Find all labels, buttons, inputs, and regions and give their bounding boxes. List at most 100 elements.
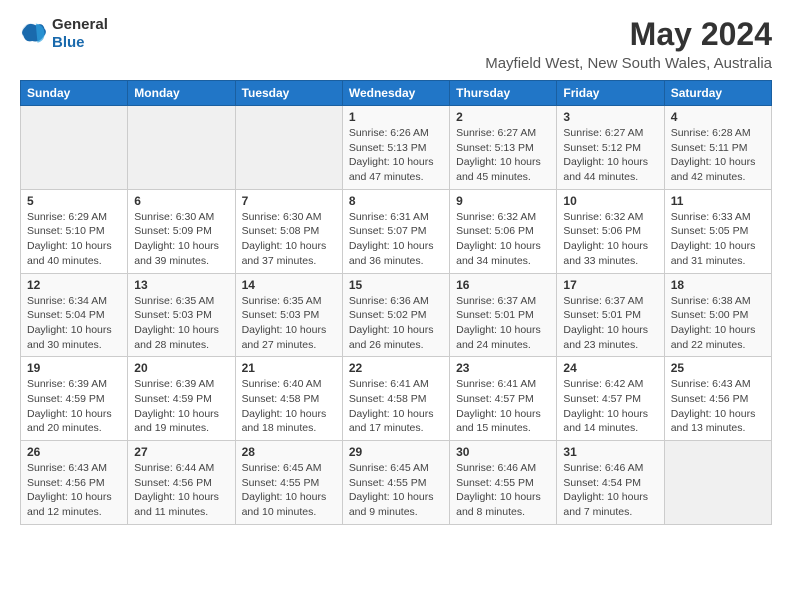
header: General Blue May 2024 Mayfield West, New… <box>20 16 772 72</box>
calendar-week-row: 5Sunrise: 6:29 AM Sunset: 5:10 PM Daylig… <box>21 189 772 273</box>
day-number: 19 <box>27 361 121 375</box>
day-number: 24 <box>563 361 657 375</box>
calendar-cell: 10Sunrise: 6:32 AM Sunset: 5:06 PM Dayli… <box>557 189 664 273</box>
day-of-week-header: Monday <box>128 81 235 106</box>
calendar-cell: 25 Sunrise: 6:43 AM Sunset: 4:56 PM Dayli… <box>664 357 771 441</box>
calendar-week-row: 19 Sunrise: 6:39 AM Sunset: 4:59 PM Dayli… <box>21 357 772 441</box>
title-block: May 2024 Mayfield West, New South Wales,… <box>485 16 772 72</box>
day-of-week-header: Thursday <box>450 81 557 106</box>
calendar-cell: 21Sunrise: 6:40 AM Sunset: 4:58 PM Dayli… <box>235 357 342 441</box>
day-info: Sunrise: 6:27 AM Sunset: 5:12 PM Dayligh… <box>563 126 657 185</box>
day-number: 2 <box>456 110 550 124</box>
day-number: 5 <box>27 194 121 208</box>
logo-text: General Blue <box>52 16 108 52</box>
subtitle: Mayfield West, New South Wales, Australi… <box>485 55 772 72</box>
calendar-cell: 5Sunrise: 6:29 AM Sunset: 5:10 PM Daylig… <box>21 189 128 273</box>
day-number: 11 <box>671 194 765 208</box>
calendar-table: SundayMondayTuesdayWednesdayThursdayFrid… <box>20 80 772 525</box>
day-number: 13 <box>134 278 228 292</box>
calendar-cell: 27Sunrise: 6:44 AM Sunset: 4:56 PM Dayli… <box>128 441 235 525</box>
day-info: Sunrise: 6:34 AM Sunset: 5:04 PM Dayligh… <box>27 294 121 353</box>
day-info: Sunrise: 6:37 AM Sunset: 5:01 PM Dayligh… <box>563 294 657 353</box>
day-number: 28 <box>242 445 336 459</box>
calendar-cell: 7 Sunrise: 6:30 AM Sunset: 5:08 PM Daylig… <box>235 189 342 273</box>
day-of-week-header: Saturday <box>664 81 771 106</box>
day-number: 16 <box>456 278 550 292</box>
calendar-cell <box>664 441 771 525</box>
day-number: 26 <box>27 445 121 459</box>
day-number: 17 <box>563 278 657 292</box>
logo: General Blue <box>20 16 108 52</box>
day-info: Sunrise: 6:45 AM Sunset: 4:55 PM Dayligh… <box>242 461 336 520</box>
calendar-week-row: 1 Sunrise: 6:26 AM Sunset: 5:13 PM Daylig… <box>21 106 772 190</box>
day-info: Sunrise: 6:45 AM Sunset: 4:55 PM Dayligh… <box>349 461 443 520</box>
day-info: Sunrise: 6:43 AM Sunset: 4:56 PM Dayligh… <box>671 377 765 436</box>
day-of-week-header: Sunday <box>21 81 128 106</box>
day-number: 9 <box>456 194 550 208</box>
day-number: 30 <box>456 445 550 459</box>
day-info: Sunrise: 6:26 AM Sunset: 5:13 PM Dayligh… <box>349 126 443 185</box>
day-info: Sunrise: 6:41 AM Sunset: 4:58 PM Dayligh… <box>349 377 443 436</box>
day-info: Sunrise: 6:35 AM Sunset: 5:03 PM Dayligh… <box>134 294 228 353</box>
day-of-week-header: Tuesday <box>235 81 342 106</box>
calendar-week-row: 12 Sunrise: 6:34 AM Sunset: 5:04 PM Dayli… <box>21 273 772 357</box>
calendar-cell: 22 Sunrise: 6:41 AM Sunset: 4:58 PM Dayli… <box>342 357 449 441</box>
calendar-cell <box>128 106 235 190</box>
calendar-cell: 15 Sunrise: 6:36 AM Sunset: 5:02 PM Dayli… <box>342 273 449 357</box>
day-info: Sunrise: 6:31 AM Sunset: 5:07 PM Dayligh… <box>349 210 443 269</box>
calendar-cell: 8 Sunrise: 6:31 AM Sunset: 5:07 PM Daylig… <box>342 189 449 273</box>
calendar-cell: 29 Sunrise: 6:45 AM Sunset: 4:55 PM Dayli… <box>342 441 449 525</box>
calendar-cell <box>21 106 128 190</box>
calendar-week-row: 26 Sunrise: 6:43 AM Sunset: 4:56 PM Dayli… <box>21 441 772 525</box>
day-of-week-header: Friday <box>557 81 664 106</box>
day-info: Sunrise: 6:39 AM Sunset: 4:59 PM Dayligh… <box>134 377 228 436</box>
day-info: Sunrise: 6:44 AM Sunset: 4:56 PM Dayligh… <box>134 461 228 520</box>
calendar-cell: 18 Sunrise: 6:38 AM Sunset: 5:00 PM Dayli… <box>664 273 771 357</box>
day-info: Sunrise: 6:39 AM Sunset: 4:59 PM Dayligh… <box>27 377 121 436</box>
day-info: Sunrise: 6:27 AM Sunset: 5:13 PM Dayligh… <box>456 126 550 185</box>
calendar-cell: 3 Sunrise: 6:27 AM Sunset: 5:12 PM Daylig… <box>557 106 664 190</box>
day-info: Sunrise: 6:36 AM Sunset: 5:02 PM Dayligh… <box>349 294 443 353</box>
day-number: 3 <box>563 110 657 124</box>
day-info: Sunrise: 6:35 AM Sunset: 5:03 PM Dayligh… <box>242 294 336 353</box>
day-info: Sunrise: 6:33 AM Sunset: 5:05 PM Dayligh… <box>671 210 765 269</box>
day-info: Sunrise: 6:46 AM Sunset: 4:55 PM Dayligh… <box>456 461 550 520</box>
day-info: Sunrise: 6:41 AM Sunset: 4:57 PM Dayligh… <box>456 377 550 436</box>
day-number: 20 <box>134 361 228 375</box>
calendar-cell: 20 Sunrise: 6:39 AM Sunset: 4:59 PM Dayli… <box>128 357 235 441</box>
day-info: Sunrise: 6:32 AM Sunset: 5:06 PM Dayligh… <box>563 210 657 269</box>
main-title: May 2024 <box>485 16 772 53</box>
day-number: 1 <box>349 110 443 124</box>
calendar-cell: 16 Sunrise: 6:37 AM Sunset: 5:01 PM Dayli… <box>450 273 557 357</box>
day-number: 25 <box>671 361 765 375</box>
day-info: Sunrise: 6:30 AM Sunset: 5:08 PM Dayligh… <box>242 210 336 269</box>
day-info: Sunrise: 6:42 AM Sunset: 4:57 PM Dayligh… <box>563 377 657 436</box>
day-info: Sunrise: 6:43 AM Sunset: 4:56 PM Dayligh… <box>27 461 121 520</box>
day-number: 8 <box>349 194 443 208</box>
day-number: 18 <box>671 278 765 292</box>
day-info: Sunrise: 6:38 AM Sunset: 5:00 PM Dayligh… <box>671 294 765 353</box>
calendar-cell: 13 Sunrise: 6:35 AM Sunset: 5:03 PM Dayli… <box>128 273 235 357</box>
day-number: 21 <box>242 361 336 375</box>
day-info: Sunrise: 6:46 AM Sunset: 4:54 PM Dayligh… <box>563 461 657 520</box>
calendar-cell: 11 Sunrise: 6:33 AM Sunset: 5:05 PM Dayli… <box>664 189 771 273</box>
day-number: 22 <box>349 361 443 375</box>
calendar-cell: 31Sunrise: 6:46 AM Sunset: 4:54 PM Dayli… <box>557 441 664 525</box>
calendar-cell: 17 Sunrise: 6:37 AM Sunset: 5:01 PM Dayli… <box>557 273 664 357</box>
day-number: 29 <box>349 445 443 459</box>
day-info: Sunrise: 6:37 AM Sunset: 5:01 PM Dayligh… <box>456 294 550 353</box>
calendar-cell: 6Sunrise: 6:30 AM Sunset: 5:09 PM Daylig… <box>128 189 235 273</box>
calendar-cell: 4Sunrise: 6:28 AM Sunset: 5:11 PM Daylig… <box>664 106 771 190</box>
calendar-cell: 24 Sunrise: 6:42 AM Sunset: 4:57 PM Dayli… <box>557 357 664 441</box>
day-number: 15 <box>349 278 443 292</box>
day-number: 7 <box>242 194 336 208</box>
day-info: Sunrise: 6:30 AM Sunset: 5:09 PM Dayligh… <box>134 210 228 269</box>
calendar-cell: 30 Sunrise: 6:46 AM Sunset: 4:55 PM Dayli… <box>450 441 557 525</box>
calendar-header: SundayMondayTuesdayWednesdayThursdayFrid… <box>21 81 772 106</box>
day-info: Sunrise: 6:28 AM Sunset: 5:11 PM Dayligh… <box>671 126 765 185</box>
day-number: 12 <box>27 278 121 292</box>
calendar-cell: 23Sunrise: 6:41 AM Sunset: 4:57 PM Dayli… <box>450 357 557 441</box>
day-number: 14 <box>242 278 336 292</box>
day-header-row: SundayMondayTuesdayWednesdayThursdayFrid… <box>21 81 772 106</box>
calendar-cell: 12 Sunrise: 6:34 AM Sunset: 5:04 PM Dayli… <box>21 273 128 357</box>
